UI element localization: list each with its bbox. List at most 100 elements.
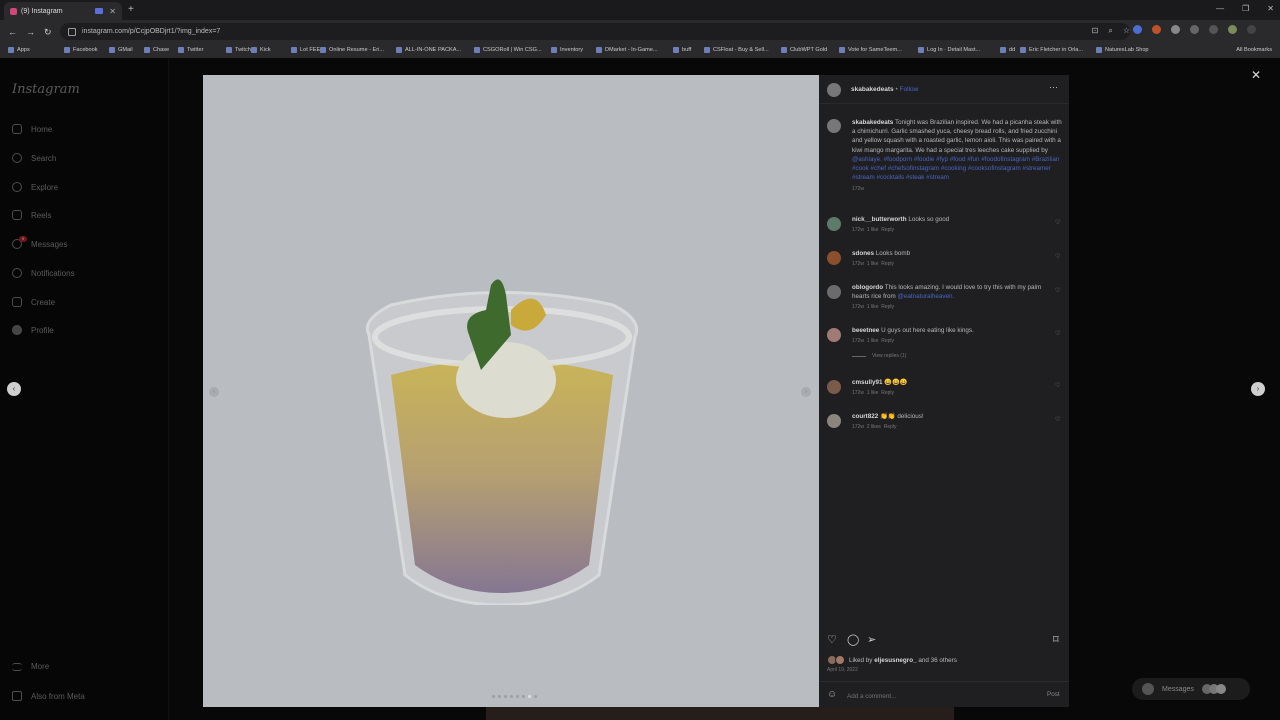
- floating-messages-button[interactable]: Messages: [1132, 678, 1250, 700]
- bookmark-item[interactable]: CSGORoll | Win CSG...: [474, 47, 542, 53]
- comment-author[interactable]: cmsully91: [852, 379, 882, 386]
- install-icon[interactable]: ⊡: [1092, 26, 1099, 36]
- comment-avatar[interactable]: [827, 285, 841, 299]
- bookmark-item[interactable]: Apps: [8, 47, 30, 53]
- comment-mention[interactable]: @eatnaturalheaven.: [898, 293, 955, 300]
- comment-avatar[interactable]: [827, 217, 841, 231]
- extension-icon[interactable]: [1152, 25, 1161, 34]
- photo-next-icon[interactable]: ›: [801, 387, 811, 397]
- bookmark-item[interactable]: Online Resume - Eri...: [320, 47, 384, 53]
- comment-avatar[interactable]: [827, 414, 841, 428]
- comment-like-heart-icon[interactable]: ♡: [1055, 219, 1060, 226]
- caption-avatar[interactable]: [827, 119, 841, 133]
- bookmark-item[interactable]: Eric Fletcher in Orla...: [1020, 47, 1083, 53]
- view-replies[interactable]: View replies (1): [872, 353, 906, 359]
- comment-likes[interactable]: 1 like: [867, 338, 879, 344]
- more-options-icon[interactable]: ···: [1049, 82, 1058, 92]
- site-info-icon[interactable]: [68, 27, 76, 36]
- bookmark-item[interactable]: Facebook: [64, 47, 98, 53]
- comment-author[interactable]: beeetnee: [852, 327, 879, 334]
- bookmark-item[interactable]: Twitter: [178, 47, 203, 53]
- comment-reply[interactable]: Reply: [881, 261, 894, 267]
- comment-reply[interactable]: Reply: [881, 390, 894, 396]
- tab-media-icon[interactable]: [95, 8, 104, 14]
- comment-author[interactable]: nick__butterworth: [852, 216, 907, 223]
- maximize-icon[interactable]: ❐: [1242, 4, 1249, 13]
- comment-likes[interactable]: 1 like: [867, 261, 879, 267]
- follow-button[interactable]: Follow: [900, 86, 919, 93]
- comment-author[interactable]: sdones: [852, 250, 874, 257]
- bookmark-item[interactable]: CSFloat - Buy & Sell...: [704, 47, 769, 53]
- bookmark-item[interactable]: Kick: [251, 47, 271, 53]
- bookmark-item[interactable]: Lot FEE: [291, 47, 320, 53]
- browser-tab[interactable]: (9) Instagram ✕: [4, 2, 122, 20]
- bookmark-item[interactable]: Inventory: [551, 47, 583, 53]
- bookmark-item[interactable]: ALL-IN-ONE PACKA...: [396, 47, 461, 53]
- bookmark-item[interactable]: GMail: [109, 47, 133, 53]
- next-post-arrow-icon[interactable]: ›: [1251, 382, 1265, 396]
- share-icon[interactable]: ➢: [867, 633, 876, 646]
- comment-reply[interactable]: Reply: [881, 227, 894, 233]
- reload-icon[interactable]: ↻: [44, 27, 52, 38]
- back-icon[interactable]: ←: [8, 27, 17, 37]
- post-author[interactable]: skabakedeats: [851, 86, 894, 93]
- caption-hashtags[interactable]: #foodporn #foodie #fyp #food #fun #foodo…: [852, 156, 1059, 181]
- comment-input[interactable]: [845, 689, 1029, 703]
- sidepanel-icon[interactable]: [1209, 25, 1218, 34]
- comment-likes[interactable]: 1 like: [867, 390, 879, 396]
- extension-icon[interactable]: [1133, 25, 1142, 34]
- menu-icon[interactable]: [1247, 25, 1256, 34]
- comment-avatar[interactable]: [827, 380, 841, 394]
- bookmark-label: Vote for SameTeem...: [848, 47, 902, 53]
- forward-icon[interactable]: →: [26, 27, 35, 37]
- comment-author[interactable]: court822: [852, 413, 878, 420]
- comment-likes[interactable]: 1 like: [867, 227, 879, 233]
- comment-reply[interactable]: Reply: [881, 304, 894, 310]
- bookmark-item[interactable]: DMarket - In-Game...: [596, 47, 658, 53]
- extension-icon[interactable]: [1171, 25, 1180, 34]
- zoom-icon[interactable]: ⌕: [1108, 26, 1112, 36]
- minimize-icon[interactable]: —: [1216, 4, 1224, 13]
- bookmark-icon[interactable]: ⌑: [1053, 633, 1059, 646]
- bookmark-item[interactable]: buff: [673, 47, 691, 53]
- comment-author[interactable]: oblogordo: [852, 284, 883, 291]
- bookmark-item[interactable]: Log In · Detail Mast...: [918, 47, 980, 53]
- comment-icon[interactable]: ◯: [847, 633, 859, 646]
- url-bar[interactable]: instagram.com/p/CcjpOBDjrt1/?img_index=7: [60, 23, 1130, 40]
- emoji-icon[interactable]: ☺: [827, 689, 837, 700]
- comment-like-heart-icon[interactable]: ♡: [1055, 287, 1060, 294]
- bookmark-item[interactable]: Vote for SameTeem...: [839, 47, 902, 53]
- comment-likes[interactable]: 2 likes: [867, 424, 881, 430]
- comment-likes[interactable]: 1 like: [867, 304, 879, 310]
- comment-avatar[interactable]: [827, 328, 841, 342]
- liked-user[interactable]: eljesusnegro_: [874, 657, 916, 664]
- tab-close-icon[interactable]: ✕: [109, 7, 116, 16]
- new-tab-icon[interactable]: +: [128, 4, 134, 15]
- bookmark-item[interactable]: NaturesLab Shop: [1096, 47, 1149, 53]
- comment-reply[interactable]: Reply: [884, 424, 897, 430]
- profile-avatar[interactable]: [1228, 25, 1237, 34]
- comment-like-heart-icon[interactable]: ♡: [1055, 382, 1060, 389]
- caption-mention[interactable]: @ashlaye.: [852, 156, 882, 163]
- comment-reply[interactable]: Reply: [881, 338, 894, 344]
- previous-post-arrow-icon[interactable]: ‹: [7, 382, 21, 396]
- bookmark-item[interactable]: dd: [1000, 47, 1015, 53]
- post-comment-button[interactable]: Post: [1047, 691, 1060, 698]
- window-close-icon[interactable]: ✕: [1267, 4, 1274, 13]
- author-avatar[interactable]: [827, 83, 841, 97]
- liked-suffix[interactable]: and 36 others: [918, 657, 957, 664]
- close-icon[interactable]: ✕: [1251, 68, 1261, 82]
- comment-like-heart-icon[interactable]: ♡: [1055, 253, 1060, 260]
- bookmark-item[interactable]: Twitch: [226, 47, 251, 53]
- bookmark-item[interactable]: Chase: [144, 47, 169, 53]
- heart-icon[interactable]: ♡: [827, 633, 837, 646]
- caption-author[interactable]: skabakedeats: [852, 119, 893, 126]
- bookmark-item[interactable]: ClubWPT Gold: [781, 47, 827, 53]
- comment-avatar[interactable]: [827, 251, 841, 265]
- comment-like-heart-icon[interactable]: ♡: [1055, 416, 1060, 423]
- extensions-puzzle-icon[interactable]: [1190, 25, 1199, 34]
- comment-like-heart-icon[interactable]: ♡: [1055, 330, 1060, 337]
- star-icon[interactable]: ☆: [1123, 26, 1130, 36]
- all-bookmarks[interactable]: All Bookmarks: [1236, 47, 1272, 53]
- photo-previous-icon[interactable]: ‹: [209, 387, 219, 397]
